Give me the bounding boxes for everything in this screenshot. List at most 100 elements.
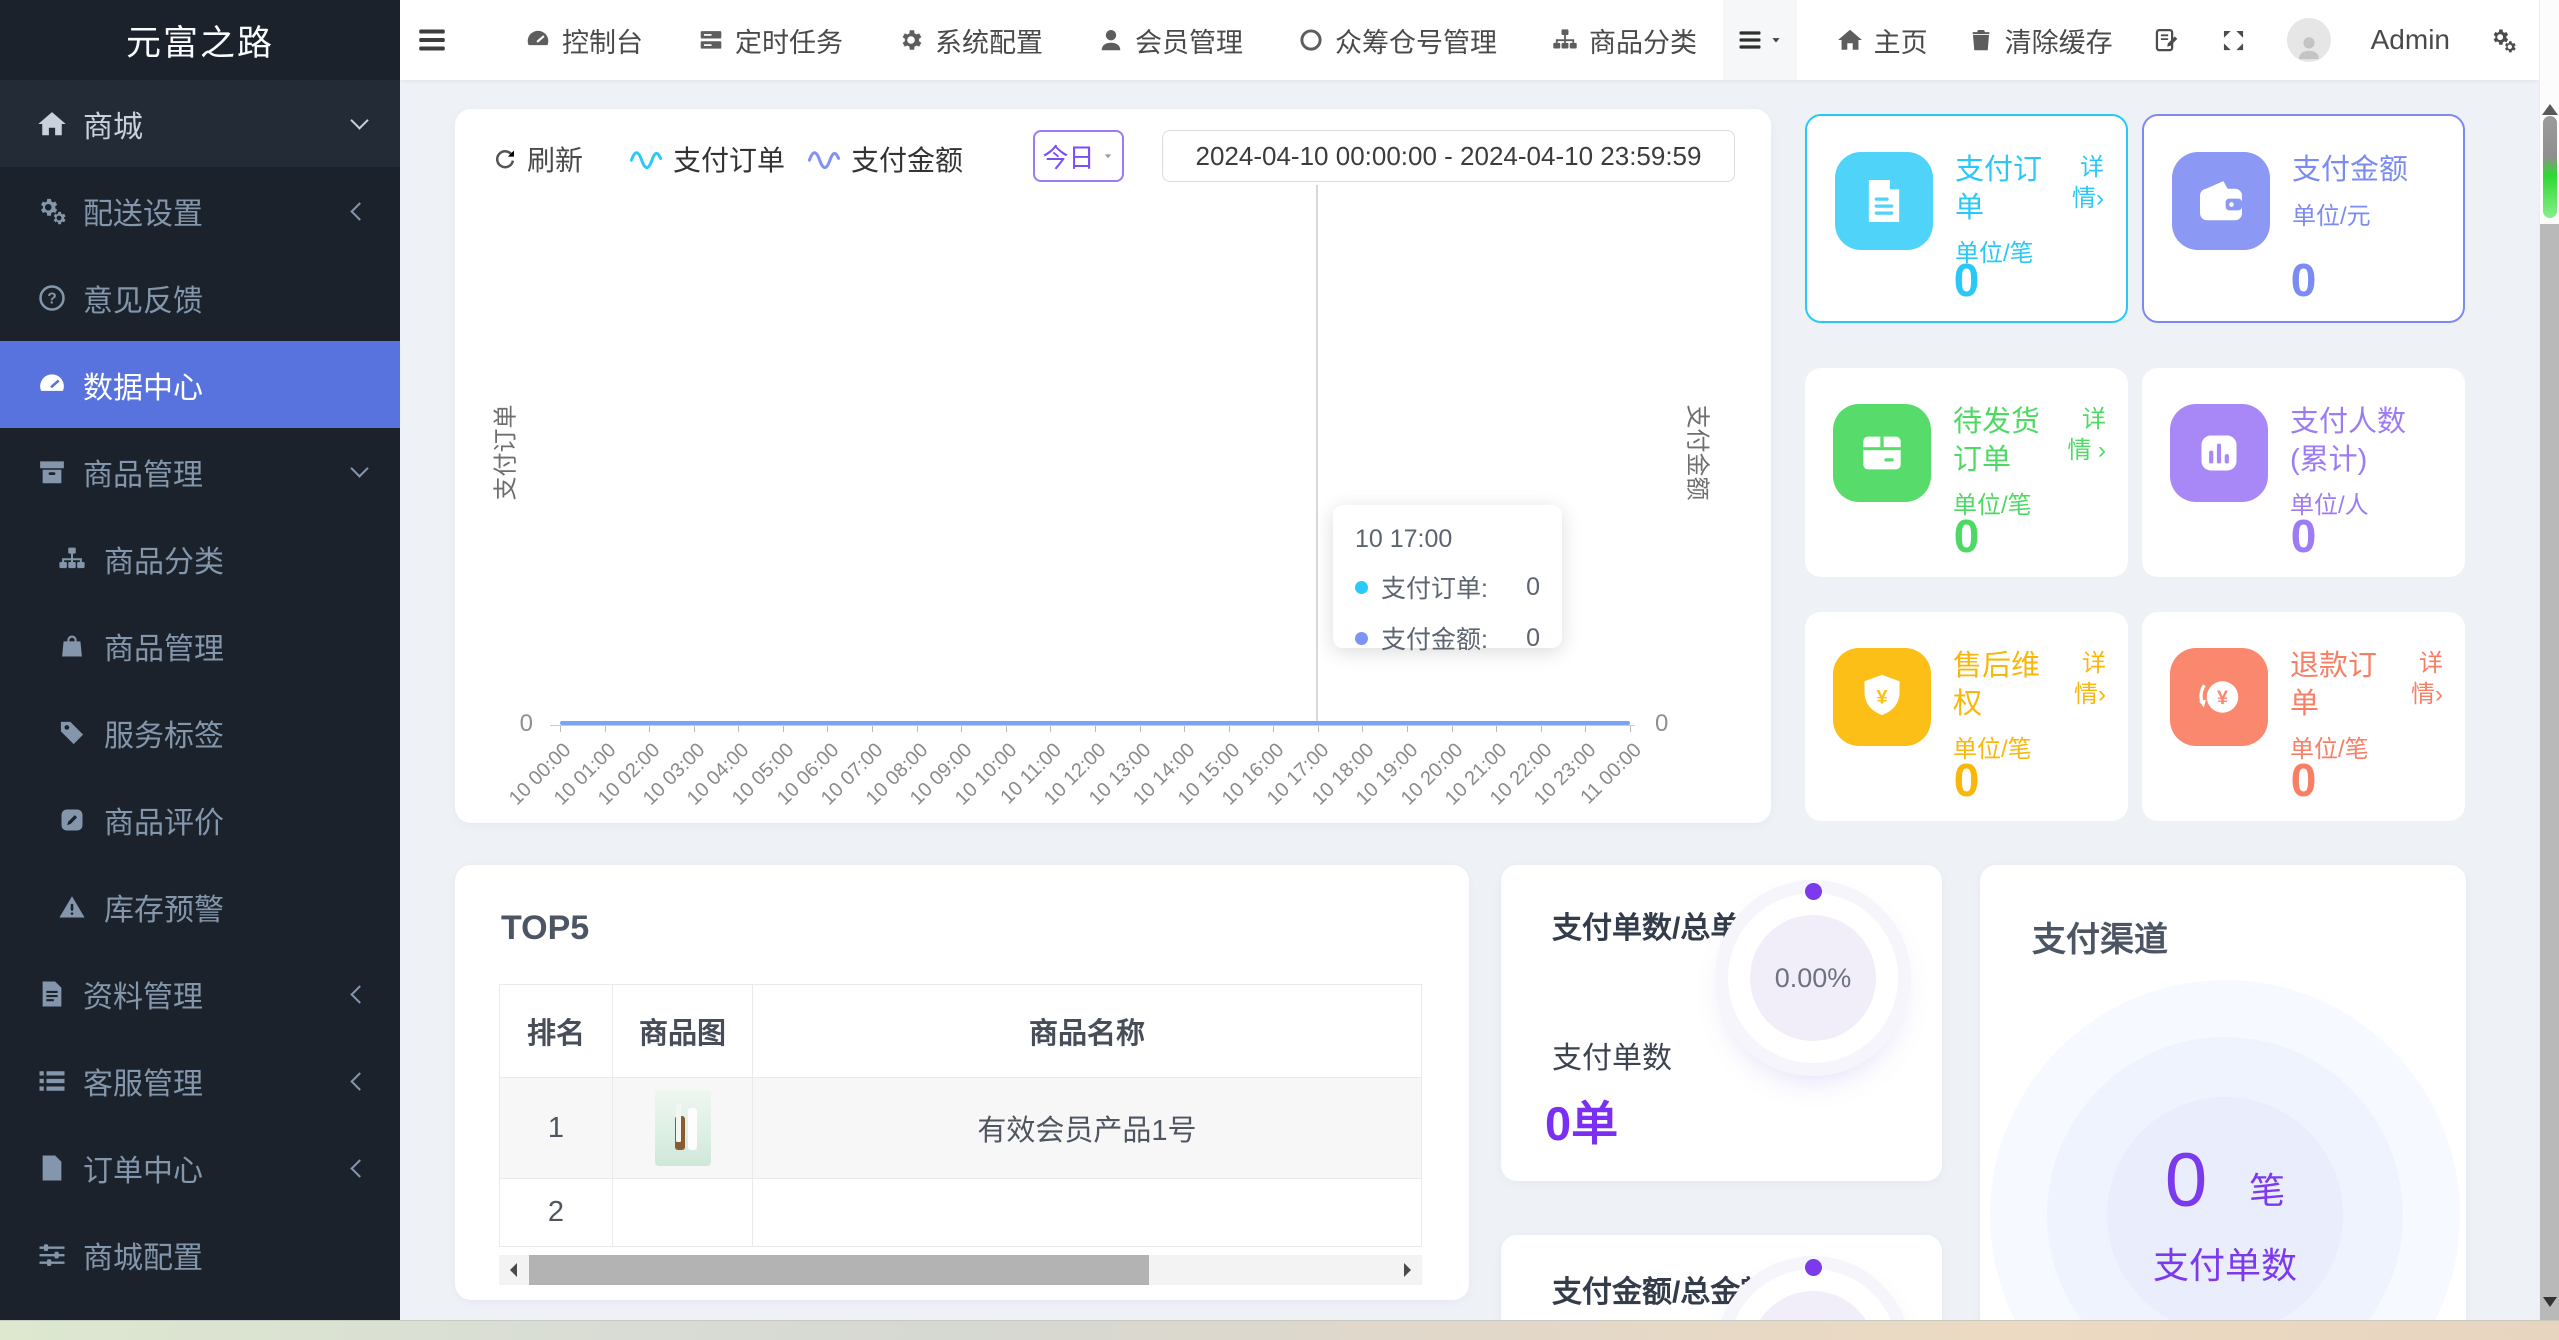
- scrollbar-track[interactable]: [2540, 224, 2559, 1320]
- sidebar-item-data-center[interactable]: 数据中心: [0, 341, 400, 428]
- navbar-right: 主页 清除缓存 Admin: [1722, 0, 2517, 80]
- sidebar-item-product-management[interactable]: 商品管理: [0, 428, 400, 515]
- x-axis-tick: [1184, 726, 1186, 732]
- nav-item-homepage[interactable]: 主页: [1837, 21, 1928, 60]
- sidebar-item-material-management[interactable]: 资料管理: [0, 950, 400, 1037]
- sidebar-item-stock-warning[interactable]: 库存预警: [0, 863, 400, 950]
- sidebar-item-label: 意见反馈: [83, 284, 203, 318]
- table-scrollbar[interactable]: [499, 1255, 1422, 1285]
- nav-item-member-management[interactable]: 会员管理: [1098, 21, 1243, 60]
- scrollbar-thumb[interactable]: [2543, 116, 2557, 218]
- horizontal-scrollbar[interactable]: [0, 1320, 2559, 1340]
- legend-pay-amount[interactable]: 支付金额: [806, 139, 963, 179]
- sidebar-item-service-tags[interactable]: 服务标签: [0, 689, 400, 776]
- detail-link[interactable]: 详情›: [2056, 152, 2104, 214]
- document-icon: [1835, 152, 1933, 250]
- sidebar-item-label: 客服管理: [83, 1067, 203, 1101]
- stat-value: 0: [2290, 510, 2317, 562]
- sidebar-item-order-center[interactable]: 订单中心: [0, 1124, 400, 1211]
- pay-count-ratio-panel: 支付单数/总单数 0.00% 支付单数 0单: [1501, 865, 1942, 1181]
- settings-gears-icon[interactable]: [2490, 27, 2517, 54]
- list-icon: [37, 1066, 83, 1096]
- x-axis-line: [550, 725, 1635, 726]
- sidebar-item-label: 配送设置: [83, 197, 203, 231]
- column-header: 商品图: [612, 984, 753, 1078]
- sidebar-item-label: 服务标签: [104, 719, 224, 753]
- sidebar-item-label: 商品分类: [104, 545, 224, 579]
- scroll-right-icon[interactable]: [1396, 1255, 1422, 1285]
- sidebar-item-product-reviews[interactable]: 商品评价: [0, 776, 400, 863]
- sidebar-item-mall[interactable]: 商城: [0, 80, 400, 167]
- person-icon: [2295, 34, 2323, 62]
- nav-item-product-category[interactable]: 商品分类: [1552, 21, 1697, 60]
- stat-value: 0: [1953, 754, 1980, 806]
- list-dropdown-button[interactable]: [1722, 0, 1797, 80]
- tasks-icon: [698, 27, 724, 53]
- sidebar-item-mall-config[interactable]: 商城配置: [0, 1211, 400, 1298]
- x-axis-tick: [1496, 726, 1498, 732]
- gauge-icon: [525, 27, 551, 53]
- x-axis-tick: [1540, 726, 1542, 732]
- language-icon[interactable]: [2153, 27, 2180, 54]
- nav-item-label: 商品分类: [1589, 27, 1697, 58]
- detail-link[interactable]: 详情 ›: [2060, 404, 2106, 466]
- edit-icon: [58, 806, 104, 834]
- nav-item-clear-cache[interactable]: 清除缓存: [1968, 21, 2113, 60]
- legend-dot-blue: [1355, 631, 1368, 645]
- menu-icon[interactable]: [415, 23, 449, 57]
- sidebar-item-label: 库存预警: [104, 893, 224, 927]
- refresh-button[interactable]: 刷新: [492, 139, 583, 179]
- avatar[interactable]: [2286, 18, 2331, 62]
- series-line: [560, 721, 1630, 725]
- x-axis-tick: [1451, 726, 1453, 732]
- legend-pay-orders[interactable]: 支付订单: [628, 139, 785, 179]
- payment-trend-panel: 刷新 支付订单 支付金额 今日 2024-04-10 00:00:00 - 20…: [455, 109, 1771, 823]
- gauge-label: 支付单数: [1552, 1042, 1672, 1075]
- app-title: 元富之路: [125, 23, 274, 63]
- sidebar-item-product-manage[interactable]: 商品管理: [0, 602, 400, 689]
- y-axis-label-left: 支付订单: [492, 404, 520, 501]
- wave-icon: [806, 145, 842, 173]
- nav-item-console[interactable]: 控制台: [525, 21, 643, 60]
- detail-link[interactable]: 详情›: [2056, 648, 2106, 710]
- vertical-scrollbar[interactable]: [2539, 0, 2559, 1340]
- nav-item-label: 会员管理: [1135, 27, 1243, 58]
- x-axis-tick: [738, 726, 740, 732]
- x-axis-tick: [604, 726, 606, 732]
- x-axis-tick: [782, 726, 784, 732]
- fullscreen-icon[interactable]: [2220, 27, 2247, 54]
- image-cell: [612, 1178, 753, 1247]
- product-image: [654, 1090, 711, 1166]
- nav-item-label: 定时任务: [735, 27, 843, 58]
- column-header: 商品名称: [752, 984, 1422, 1078]
- panel-title: 支付渠道: [2032, 921, 2168, 959]
- scroll-up-icon[interactable]: [2541, 96, 2558, 115]
- nav-item-system-config[interactable]: 系统配置: [898, 21, 1043, 60]
- wallet-icon: [2172, 152, 2270, 250]
- ratio-donut: 0.00%: [1718, 883, 1908, 1073]
- period-select[interactable]: 今日: [1033, 130, 1124, 182]
- gears-icon: [37, 196, 83, 226]
- tag-icon: [58, 719, 104, 747]
- scroll-left-icon[interactable]: [499, 1255, 525, 1285]
- scrollbar-thumb[interactable]: [529, 1255, 1149, 1285]
- detail-link[interactable]: 详情›: [2393, 648, 2443, 710]
- nav-item-label: 控制台: [562, 27, 643, 58]
- date-range-input[interactable]: 2024-04-10 00:00:00 - 2024-04-10 23:59:5…: [1162, 130, 1735, 182]
- nav-item-scheduled-tasks[interactable]: 定时任务: [698, 21, 843, 60]
- x-axis-tick: [872, 726, 874, 732]
- wave-icon: [628, 145, 664, 173]
- sidebar-item-customer-service[interactable]: 客服管理: [0, 1037, 400, 1124]
- chart-hover-line: [1316, 185, 1318, 725]
- channel-value: 0: [2164, 1138, 2208, 1223]
- nav-item-crowdfunding[interactable]: 众筹仓号管理: [1298, 21, 1497, 60]
- table-row: 2: [499, 1178, 1422, 1247]
- sidebar-item-feedback[interactable]: 意见反馈: [0, 254, 400, 341]
- gauge-icon: [37, 370, 83, 400]
- user-name[interactable]: Admin: [2371, 24, 2450, 56]
- sidebar-item-product-category[interactable]: 商品分类: [0, 515, 400, 602]
- sidebar-item-delivery-settings[interactable]: 配送设置: [0, 167, 400, 254]
- x-axis-tick: [1585, 726, 1587, 732]
- image-cell: [612, 1077, 753, 1179]
- scroll-down-icon[interactable]: [2542, 1297, 2557, 1314]
